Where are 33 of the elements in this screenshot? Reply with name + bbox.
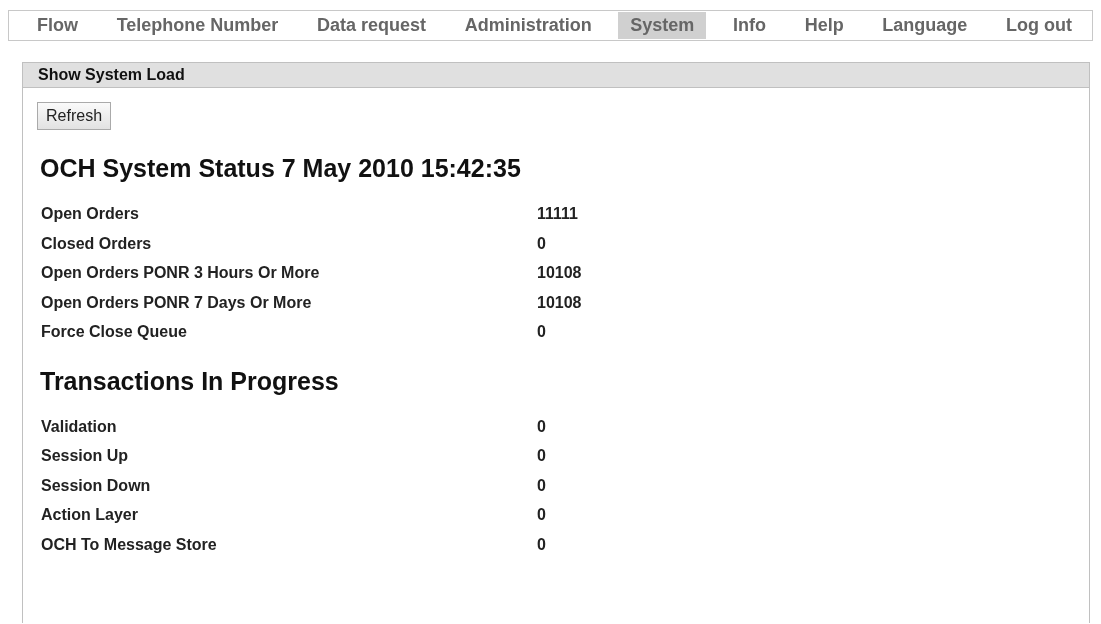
row-value: 0	[537, 446, 546, 466]
row-value: 10108	[537, 292, 582, 313]
row-label: Open Orders	[41, 204, 139, 224]
menu-item[interactable]: Telephone Number	[104, 12, 291, 39]
menu-item[interactable]: Data request	[304, 12, 438, 39]
row-value: 0	[537, 233, 546, 254]
row-label: Force Close Queue	[41, 322, 187, 342]
row-label: Session Down	[41, 475, 151, 496]
row-value: 0	[537, 322, 546, 342]
row-label: Closed Orders	[41, 233, 152, 254]
section-heading: Transactions In Progress	[40, 366, 340, 396]
refresh-button[interactable]: Refresh	[37, 102, 112, 130]
row-value: 0	[537, 534, 546, 555]
row-label: Open Orders PONR 3 Hours Or More	[41, 263, 320, 283]
section-heading: OCH System Status 7 May 2010 15:42:35	[40, 154, 522, 183]
menu-item[interactable]: Info	[721, 12, 778, 39]
panel-title: Show System Load	[23, 63, 1089, 88]
menu-item[interactable]: Administration	[452, 12, 604, 39]
row-label: Session Up	[41, 446, 129, 466]
menu-item[interactable]: Flow	[25, 12, 90, 39]
menu-item[interactable]: Help	[792, 12, 856, 39]
row-value: 0	[537, 475, 546, 496]
menu-item[interactable]: Log out	[993, 12, 1084, 39]
row-label: Open Orders PONR 7 Days Or More	[41, 292, 312, 313]
row-label: OCH To Message Store	[41, 534, 217, 555]
menu-item[interactable]: System	[618, 12, 707, 39]
row-label: Action Layer	[41, 505, 138, 525]
row-value: 0	[537, 505, 546, 525]
row-value: 0	[537, 416, 546, 437]
row-label: Validation	[41, 416, 117, 437]
row-value: 10108	[537, 263, 582, 283]
menu-item[interactable]: Language	[870, 12, 980, 39]
row-value: 11111	[537, 204, 578, 224]
